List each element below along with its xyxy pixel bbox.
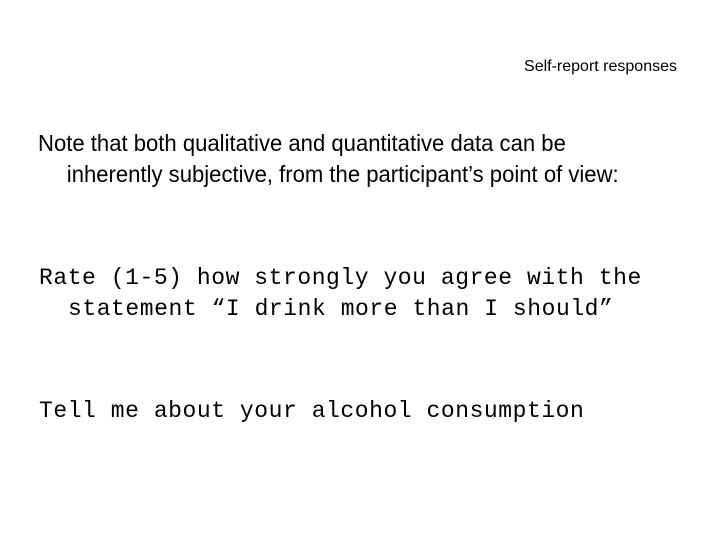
slide-canvas: Self-report responses Note that both qua… [0,0,720,540]
example-question-2: Tell me about your alcohol consumption [39,398,585,424]
example-question-block-1: Rate (1-5) how strongly you agree with t… [39,263,699,325]
example-question-1: Rate (1-5) how strongly you agree with t… [39,265,657,322]
slide-title: Self-report responses [524,58,677,75]
example-question-block-2: Tell me about your alcohol consumption [39,396,699,427]
slide-body-content: Note that both qualitative and quantitat… [38,128,688,190]
body-paragraph: Note that both qualitative and quantitat… [38,130,619,187]
